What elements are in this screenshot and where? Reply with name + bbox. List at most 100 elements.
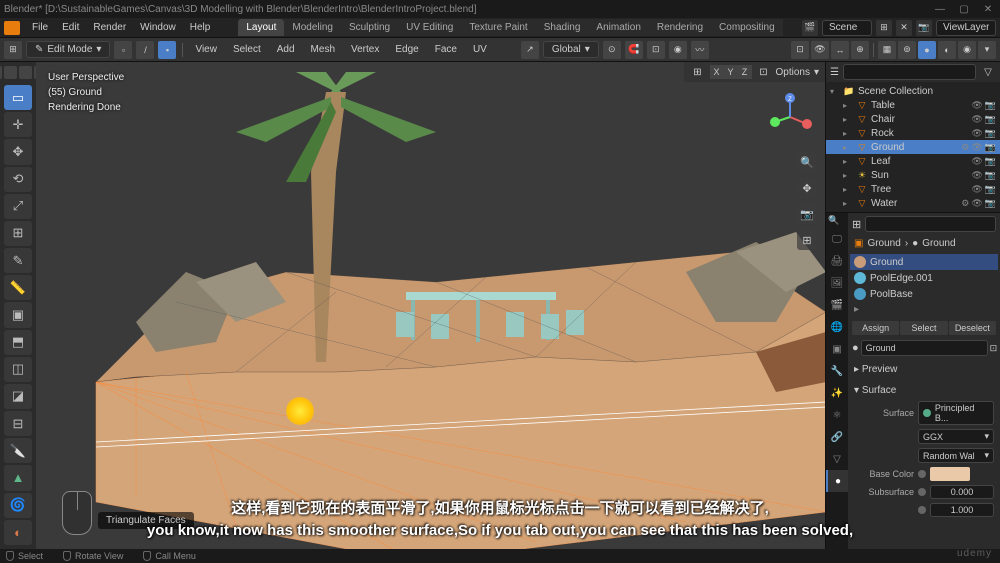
camera-icon[interactable]: 📷 [985,128,996,139]
props-type-icon[interactable]: ⊞ [852,218,861,231]
proportional-icon[interactable]: ◉ [669,41,687,59]
camera-icon[interactable]: 📷 [985,114,996,125]
outliner-item-chair[interactable]: ▸ ▽ Chair 👁📷 [826,112,1000,126]
eye-icon[interactable]: 👁 [971,142,982,153]
search-icon[interactable]: 🔍 [828,215,839,226]
tab-texturepaint[interactable]: Texture Paint [461,19,535,36]
vertex-select-icon[interactable]: ▫ [114,41,132,59]
preview-header[interactable]: ▸ Preview [854,361,994,378]
overlay-icon[interactable]: ⊕ [851,41,869,59]
snap-icon[interactable]: 🧲 [625,41,643,59]
tool-polybuild[interactable]: ▲ [4,465,32,490]
material-users-icon[interactable]: ⊡ [990,343,998,354]
scene-name-input[interactable] [822,20,872,36]
camera-icon[interactable]: 📷 [985,198,996,209]
tool-add-cube[interactable]: ▣ [4,302,32,327]
tool-spin[interactable]: 🌀 [4,493,32,518]
zoom-icon[interactable]: 🔍 [797,152,817,172]
select-button[interactable]: Select [900,321,947,335]
auto-merge-icon[interactable]: ⊡ [756,64,772,80]
tool-knife[interactable]: 🔪 [4,438,32,463]
shading-material-icon[interactable]: ◐ [938,41,956,59]
eye-icon[interactable]: 👁 [971,170,982,181]
subsurface-radius-input[interactable]: 1.000 [930,503,994,517]
base-color-socket-icon[interactable] [918,470,926,478]
material-slot-poolbase[interactable]: PoolBase [850,286,998,302]
axis-y[interactable]: Y [724,65,738,79]
axis-z[interactable]: Z [738,65,752,79]
prop-tab-scene[interactable]: 🎬 [826,294,848,316]
orientation-dropdown[interactable]: Global ▾ [543,41,599,58]
outliner-item-water[interactable]: ▸ ▽ Water ⚙👁📷 [826,196,1000,210]
menu-edit[interactable]: Edit [56,20,85,35]
material-list-expand[interactable]: ▸ [850,302,998,317]
redo-icon[interactable] [4,66,17,79]
tab-shading[interactable]: Shading [536,19,589,36]
outliner-item-tree[interactable]: ▸ ▽ Tree 👁📷 [826,182,1000,196]
tool-bevel[interactable]: ◪ [4,384,32,409]
tab-layout[interactable]: Layout [238,19,284,36]
outliner-item-leaf[interactable]: ▸ ▽ Leaf 👁📷 [826,154,1000,168]
header-uv[interactable]: UV [467,42,493,57]
close-button[interactable]: ✕ [980,4,996,15]
prop-tab-world[interactable]: 🌐 [826,316,848,338]
navigation-gizmo[interactable]: Z [765,92,815,142]
undo-icon[interactable] [0,66,2,79]
camera-view-icon[interactable]: 📷 [797,204,817,224]
axis-x[interactable]: X [710,65,724,79]
menu-help[interactable]: Help [184,20,217,35]
proportional-type-icon[interactable]: 〰 [691,41,709,59]
modifier-icon[interactable]: ⚙ [961,142,969,153]
prop-tab-particles[interactable]: ✨ [826,382,848,404]
viewlayer-input[interactable] [936,20,996,36]
modifier-icon[interactable]: ⚙ [961,198,969,209]
subsurface-radius-socket-icon[interactable] [918,506,926,514]
tool-rotate[interactable]: ⟲ [4,167,32,192]
tool-annotate[interactable]: ✎ [4,248,32,273]
eye-icon[interactable]: 👁 [971,184,982,195]
snap-type-icon[interactable]: ⊡ [647,41,665,59]
deselect-button[interactable]: Deselect [949,321,996,335]
tab-sculpting[interactable]: Sculpting [341,19,398,36]
header-select[interactable]: Select [227,42,267,57]
options-dropdown[interactable]: Options [776,67,810,78]
minimize-button[interactable]: — [932,4,948,15]
menu-render[interactable]: Render [87,20,132,35]
move-view-icon[interactable]: ✥ [797,178,817,198]
camera-icon[interactable]: 📷 [985,156,996,167]
tool-extrude[interactable]: ⬒ [4,330,32,355]
prop-tab-modifier[interactable]: 🔧 [826,360,848,382]
surface-header[interactable]: ▾ Surface [854,382,994,399]
orientation-icon[interactable]: ↗ [521,41,539,59]
tab-uvediting[interactable]: UV Editing [398,19,461,36]
tool-move[interactable]: ✥ [4,139,32,164]
outliner-type-icon[interactable]: ☰ [830,67,839,78]
scene-browse-icon[interactable]: ⊞ [876,20,892,36]
eye-icon[interactable]: 👁 [971,198,982,209]
maximize-button[interactable]: ▢ [956,4,972,15]
tool-cursor[interactable]: ✛ [4,112,32,137]
prop-tab-object[interactable]: ▣ [826,338,848,360]
eye-icon[interactable]: 👁 [971,156,982,167]
subsurface-socket-icon[interactable] [918,488,926,496]
eye-icon[interactable]: 👁 [971,128,982,139]
prop-tab-mesh[interactable]: ▽ [826,448,848,470]
tab-rendering[interactable]: Rendering [649,19,711,36]
outliner-search-input[interactable] [843,64,976,80]
menu-file[interactable]: File [26,20,54,35]
tool-select-box[interactable]: ▭ [4,85,32,110]
camera-icon[interactable]: 📷 [985,142,996,153]
material-name-input[interactable] [861,340,988,356]
prop-tab-constraints[interactable]: 🔗 [826,426,848,448]
material-slot-pooledge[interactable]: PoolEdge.001 [850,270,998,286]
tab-modeling[interactable]: Modeling [284,19,341,36]
header-face[interactable]: Face [429,42,463,57]
viewlayer-icon[interactable]: 📷 [916,20,932,36]
menu-window[interactable]: Window [134,20,182,35]
subsurface-value-input[interactable]: 0.000 [930,485,994,499]
material-browse-icon[interactable]: ● [852,342,859,354]
outliner-item-table[interactable]: ▸ ▽ Table 👁📷 [826,98,1000,112]
face-select-icon[interactable]: ▪ [158,41,176,59]
random-walk-dropdown[interactable]: Random Wal▾ [918,448,994,463]
tool-smooth[interactable]: ◐ [4,520,32,545]
